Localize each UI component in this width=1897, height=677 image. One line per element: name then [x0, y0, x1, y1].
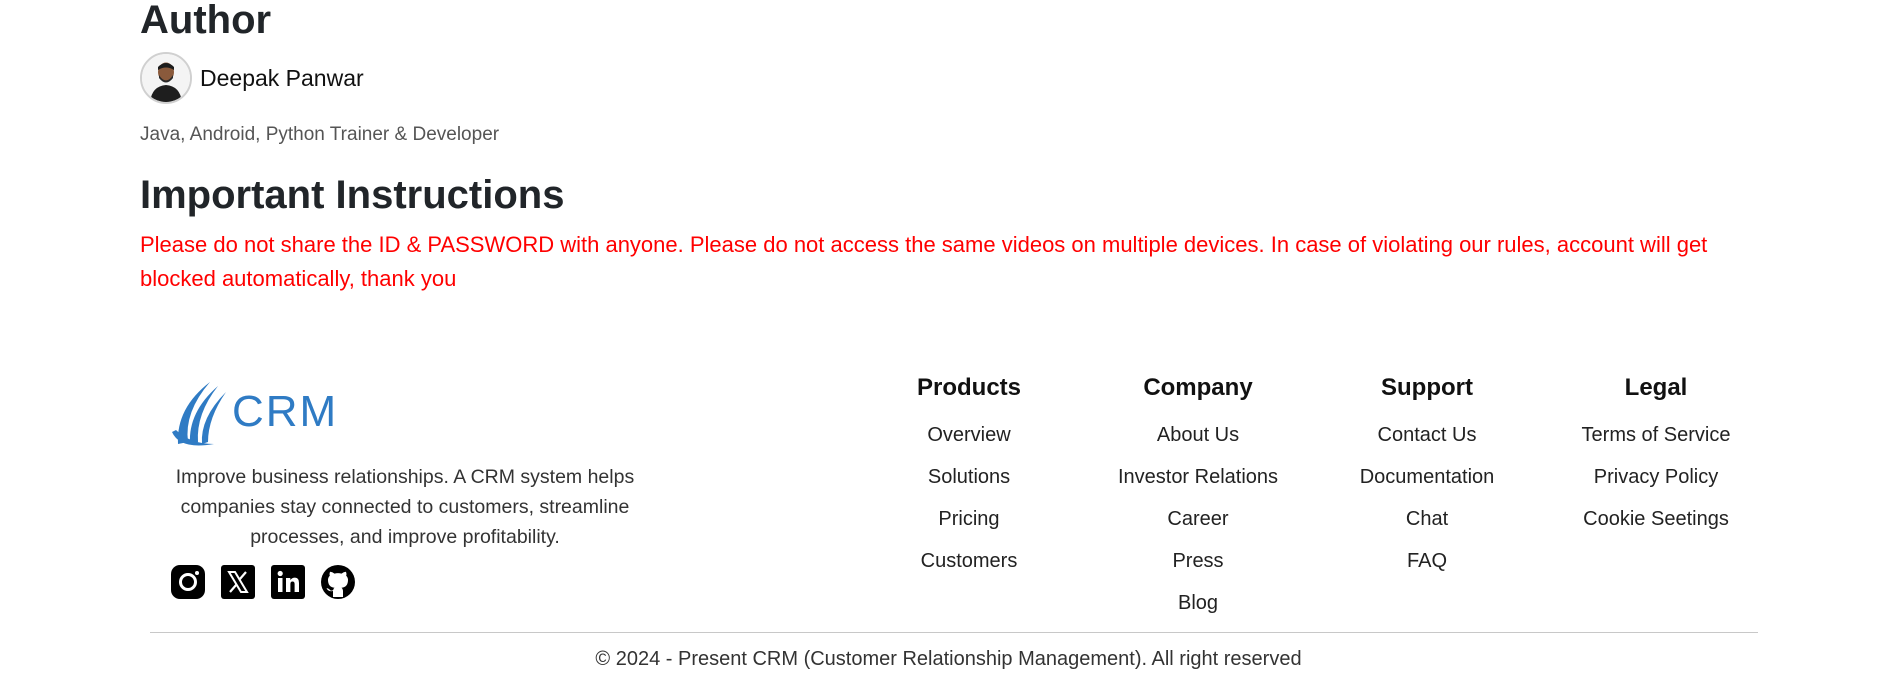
footer-link-pricing[interactable]: Pricing: [859, 498, 1079, 540]
x-icon[interactable]: [220, 564, 256, 600]
instagram-icon[interactable]: [170, 564, 206, 600]
footer-link-investor-relations[interactable]: Investor Relations: [1088, 456, 1308, 498]
social-links: [170, 564, 640, 600]
instructions-heading: Important Instructions: [140, 173, 565, 217]
footer-link-overview[interactable]: Overview: [859, 414, 1079, 456]
footer-divider: [150, 632, 1758, 633]
footer-link-terms-of-service[interactable]: Terms of Service: [1546, 414, 1766, 456]
footer-column-company: Company About Us Investor Relations Care…: [1088, 372, 1308, 624]
footer-link-solutions[interactable]: Solutions: [859, 456, 1079, 498]
footer-link-contact-us[interactable]: Contact Us: [1317, 414, 1537, 456]
footer-link-blog[interactable]: Blog: [1088, 582, 1308, 624]
crm-logo-swoosh-icon: [172, 382, 226, 446]
crm-logo[interactable]: CRM: [170, 372, 640, 452]
author-name: Deepak Panwar: [200, 64, 364, 91]
github-icon[interactable]: [320, 564, 356, 600]
copyright-text: © 2024 - Present CRM (Customer Relations…: [595, 648, 1302, 670]
footer-brand: CRM Improve business relationships. A CR…: [170, 372, 640, 600]
footer-link-about-us[interactable]: About Us: [1088, 414, 1308, 456]
author-row: Deepak Panwar: [140, 52, 364, 104]
footer-column-title: Legal: [1624, 374, 1688, 401]
footer-link-documentation[interactable]: Documentation: [1317, 456, 1537, 498]
footer-column-title: Support: [1381, 374, 1473, 401]
footer-column-legal: Legal Terms of Service Privacy Policy Co…: [1546, 372, 1766, 540]
author-bio: Java, Android, Python Trainer & Develope…: [140, 124, 500, 145]
linkedin-icon[interactable]: [270, 564, 306, 600]
footer-link-press[interactable]: Press: [1088, 540, 1308, 582]
footer-link-faq[interactable]: FAQ: [1317, 540, 1537, 582]
footer-column-title: Products: [916, 374, 1021, 401]
author-heading: Author: [140, 0, 272, 42]
instructions-text: Please do not share the ID & PASSWORD wi…: [140, 232, 1708, 291]
site-footer: CRM Improve business relationships. A CR…: [0, 360, 1897, 677]
crm-logo-text: CRM: [232, 387, 339, 436]
footer-link-cookie-settings[interactable]: Cookie Seetings: [1546, 498, 1766, 540]
footer-link-chat[interactable]: Chat: [1317, 498, 1537, 540]
author-avatar: [140, 52, 192, 104]
footer-column-products: Products Overview Solutions Pricing Cust…: [859, 372, 1079, 582]
footer-description: Improve business relationships. A CRM sy…: [175, 466, 635, 548]
footer-column-title: Company: [1143, 374, 1253, 401]
footer-link-career[interactable]: Career: [1088, 498, 1308, 540]
footer-link-customers[interactable]: Customers: [859, 540, 1079, 582]
footer-link-privacy-policy[interactable]: Privacy Policy: [1546, 456, 1766, 498]
footer-column-support: Support Contact Us Documentation Chat FA…: [1317, 372, 1537, 582]
